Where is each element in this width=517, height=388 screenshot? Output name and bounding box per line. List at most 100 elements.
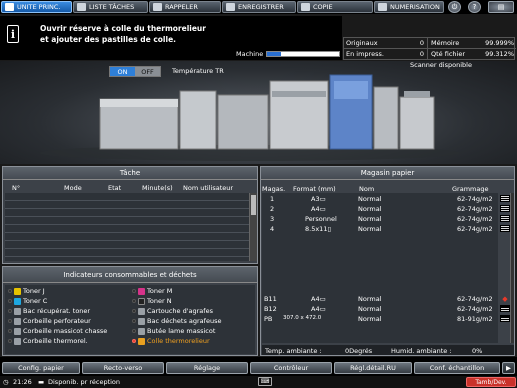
tab-rappeler[interactable]: RAPPELER	[149, 1, 221, 13]
humid-value: 0%	[472, 347, 483, 355]
tab-unite-princ[interactable]: UNITE PRINC.	[1, 1, 72, 13]
memory-value: 99.999%	[485, 39, 514, 47]
message-line-2: et ajouter des pastilles de colle.	[40, 35, 177, 44]
status-message: Disponib. pr réception	[48, 378, 121, 386]
toner-cyan-icon	[14, 297, 21, 305]
binder-waste-icon	[14, 337, 21, 345]
memory-label: Mémoire	[431, 39, 460, 47]
temp-value: 0Degrés	[345, 347, 373, 355]
help-button[interactable]: ?	[468, 1, 481, 13]
machine-progress-fill	[267, 52, 282, 56]
trimmer-blade-icon	[138, 327, 145, 335]
adjustment-button[interactable]: Réglage	[166, 362, 248, 374]
file-qty-value: 99.312%	[485, 50, 514, 58]
paper-row-b11[interactable]: B11 A4▭ Normal 62-74g/m2	[262, 294, 498, 303]
copy-icon	[301, 3, 310, 11]
controller-button[interactable]: Contrôleur	[250, 362, 332, 374]
ru-detail-settings-button[interactable]: Régl.détail.RU	[334, 362, 412, 374]
tr-off-button[interactable]: OFF	[135, 67, 160, 76]
staple-cartridge-icon	[138, 307, 145, 315]
paper-row-pb[interactable]: PB 307.0 x 472.0 Normal 81-91g/m2	[262, 314, 498, 323]
paper-level-icon	[500, 225, 510, 232]
toner-magenta-icon	[138, 287, 145, 295]
paper-config-button[interactable]: Config. papier	[2, 362, 80, 374]
tr-temperature-toggle[interactable]: ON OFF	[109, 66, 161, 77]
paper-row-2[interactable]: 2 A4▭ Normal 62-74g/m2	[262, 204, 498, 213]
consumable-punch-waste: Corbeille perforateur	[8, 317, 91, 325]
machine-progress-bar	[266, 51, 340, 57]
task-scrollbar[interactable]	[249, 193, 257, 261]
punch-waste-icon	[14, 317, 21, 325]
consumable-toner-cyan: Toner C	[8, 297, 47, 305]
consumables-panel: Indicateurs consommables et déchets Tone…	[2, 266, 258, 356]
task-col-minutes: Minute(s)	[142, 184, 173, 192]
paper-level-icon	[500, 215, 510, 222]
humid-label: Humid. ambiante :	[391, 347, 452, 355]
chevron-right-icon: ▶	[506, 364, 511, 372]
paper-row-1[interactable]: 1 A3▭ Normal 62-74g/m2	[262, 194, 498, 203]
receive-status-icon: ▬	[38, 378, 45, 386]
glue-icon	[138, 337, 145, 345]
file-qty-label: Qté fichier	[431, 50, 465, 58]
machine-icon	[5, 3, 14, 11]
consumable-toner-waste: Bac récupérat. toner	[8, 307, 90, 315]
consumable-trimmer-blade: Butée lame massicot	[132, 327, 215, 335]
paper-title: Magasin papier	[360, 169, 415, 177]
originals-label: Originaux	[346, 39, 378, 47]
message-line-1: Ouvrir réserve à colle du thermorelieur	[40, 24, 206, 33]
tr-on-button[interactable]: ON	[110, 67, 135, 76]
task-col-number: N°	[12, 184, 21, 192]
tab-numerisation[interactable]: NUMERISATION	[374, 1, 444, 13]
next-page-button[interactable]: ▶	[502, 362, 515, 374]
task-scroll-thumb[interactable]	[251, 195, 256, 215]
printing-value: 0	[419, 50, 424, 58]
tab-liste-taches[interactable]: LISTE TÂCHES	[73, 1, 148, 13]
waste-toner-icon	[14, 307, 21, 315]
paper-col-tray: Magas.	[262, 185, 286, 193]
consumable-binder-waste: Corbeille thermorel.	[8, 337, 88, 345]
task-list[interactable]	[5, 193, 249, 261]
counter-panel: Originaux 0 En impress. 0 Mémoire 99.999…	[343, 37, 516, 60]
paper-empty-warning-icon: ◆	[502, 295, 508, 303]
tamb-dev-button[interactable]: Tamb/Dev.	[466, 377, 516, 387]
staple-waste-icon	[138, 317, 145, 325]
power-icon: ⏻	[451, 2, 458, 11]
duplex-button[interactable]: Recto-verso	[82, 362, 164, 374]
counter-button[interactable]: ▤	[488, 1, 514, 13]
paper-level-icon	[500, 315, 510, 322]
consumable-binder-glue[interactable]: Colle thermorelieur	[132, 337, 210, 345]
paper-level-icon	[500, 305, 510, 312]
clock-icon: ◷	[3, 378, 9, 386]
consumable-staple-waste: Bac déchets agrafeuse	[132, 317, 221, 325]
tab-enregistrer[interactable]: ENREGISTRER	[222, 1, 296, 13]
paper-level-icon	[500, 205, 510, 212]
paper-col-weight: Grammage	[452, 185, 489, 193]
counter-icon: ▤	[497, 3, 505, 11]
paper-row-3[interactable]: 3 Personnel Normal 62-74g/m2	[262, 214, 498, 223]
trimmer-waste-icon	[14, 327, 21, 335]
toner-black-icon	[138, 297, 145, 305]
keyboard-icon[interactable]: ⌨	[258, 377, 272, 386]
scan-icon	[378, 3, 387, 11]
consumable-staple-cartridge: Cartouche d'agrafes	[132, 307, 213, 315]
consumable-toner-magenta: Toner M	[132, 287, 172, 295]
machine-illustration-area	[0, 61, 517, 164]
paper-col-name: Nom	[359, 185, 375, 193]
list-icon	[77, 3, 86, 11]
tab-copie[interactable]: COPIE	[297, 1, 373, 13]
task-col-user: Nom utilisateur	[183, 184, 234, 192]
paper-row-4[interactable]: 4 8.5x11▯ Normal 62-74g/m2	[262, 224, 498, 233]
printer-illustration[interactable]	[0, 61, 517, 164]
printing-label: En impress.	[346, 50, 384, 58]
machine-label: Machine	[236, 50, 264, 58]
sample-conf-button[interactable]: Conf. échantillon	[414, 362, 500, 374]
originals-value: 0	[419, 39, 424, 47]
recall-icon	[153, 3, 162, 11]
consumable-trimmer-waste: Corbeille massicot chasse	[8, 327, 107, 335]
paper-scrollbar[interactable]	[510, 193, 514, 343]
alert-dot-icon	[132, 339, 136, 343]
power-button[interactable]: ⏻	[448, 1, 461, 13]
paper-level-icon	[500, 195, 510, 202]
paper-row-b12[interactable]: B12 A4▭ Normal 62-74g/m2	[262, 304, 498, 313]
task-title: Tâche	[119, 169, 141, 177]
